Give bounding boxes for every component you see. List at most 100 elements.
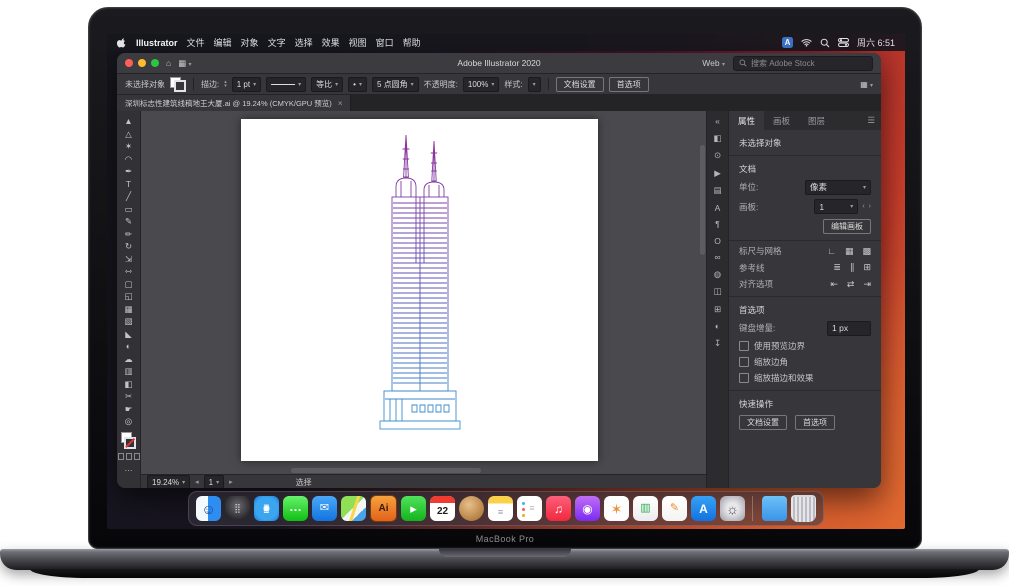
scale-corners-checkbox[interactable] [739,357,749,367]
opentype-panel-icon[interactable]: O [714,236,721,246]
transparency-panel-icon[interactable]: ◐ [715,321,720,331]
input-source-icon[interactable]: A [782,37,793,48]
dock-icon-system-preferences[interactable]: ☼ [720,496,745,521]
tab-artboards[interactable]: 画板 [764,111,799,130]
magic-wand-tool[interactable]: ✶ [117,140,140,153]
close-tab-icon[interactable]: × [338,99,343,108]
keyboard-increment-field[interactable]: 1 px [827,321,871,336]
menu-edit[interactable]: 编辑 [214,36,232,49]
menu-window[interactable]: 窗口 [376,36,394,49]
pen-tool[interactable]: ✒ [117,165,140,178]
panel-options-icon[interactable]: ▦ ▾ [860,80,873,89]
document-setup-button[interactable]: 文档设置 [556,77,604,92]
snap-pixel-icon[interactable]: ⇄ [847,279,855,290]
menu-select[interactable]: 选择 [295,36,313,49]
document-tab[interactable]: 深圳标志性建筑线稿地王大厦.ai @ 19.24% (CMYK/GPU 预览) … [117,95,351,111]
arrange-documents-icon[interactable]: ▦ ▾ [178,58,191,69]
symbol-sprayer-tool[interactable]: ☁ [117,353,140,366]
brushes-panel-icon[interactable]: ◍ [714,269,721,280]
direct-selection-tool[interactable]: △ [117,128,140,141]
tab-layers[interactable]: 图层 [799,111,834,130]
menubar-clock[interactable]: 周六 6:51 [857,36,895,49]
home-icon[interactable]: ⌂ [166,58,171,68]
stock-search-input[interactable]: 搜索 Adobe Stock [733,56,873,71]
color-panel-icon[interactable]: ◧ [713,133,721,144]
units-dropdown[interactable]: 像素▾ [805,180,871,195]
dock-icon-safari[interactable]: ◈ [254,496,279,521]
style-dropdown[interactable]: ▾ [528,77,541,92]
vertical-scrollbar[interactable] [700,145,705,255]
blend-tool[interactable]: ◐ [117,340,140,353]
quick-preferences-button[interactable]: 首选项 [795,415,835,430]
libraries-panel-icon[interactable]: ▤ [713,185,721,196]
dock-icon-illustrator[interactable]: Ai [370,495,397,522]
export-panel-icon[interactable]: ↧ [714,338,721,349]
rulers-icon[interactable]: ∟ [827,246,836,257]
tab-properties[interactable]: 属性 [729,111,764,130]
artboard-count-dropdown[interactable]: 1▾ [814,199,858,214]
dock-icon-pages[interactable]: ✎ [662,496,687,521]
stroke-weight-dropdown[interactable]: 1 pt▾ [232,77,261,92]
pencil-tool[interactable]: ✏ [117,228,140,241]
lasso-tool[interactable]: ◠ [117,153,140,166]
fill-stroke-indicator[interactable] [170,77,186,92]
opacity-dropdown[interactable]: 100%▾ [463,77,499,92]
menubar-app-name[interactable]: Illustrator [136,38,178,48]
scale-tool[interactable]: ⇲ [117,253,140,266]
stroke-stepper[interactable]: ▴▾ [224,80,227,89]
mesh-tool[interactable]: ▦ [117,303,140,316]
symbols-panel-icon[interactable]: ◫ [713,286,721,297]
paintbrush-tool[interactable]: ✎ [117,215,140,228]
search-icon[interactable] [820,38,830,48]
character-panel-icon[interactable]: A [715,203,721,213]
menu-help[interactable]: 帮助 [403,36,421,49]
zoom-button[interactable] [151,59,159,67]
dock-icon-maps[interactable] [341,496,366,521]
draw-mode-buttons[interactable] [118,453,140,460]
show-guides-icon[interactable]: ≣ [833,262,841,273]
edit-artboards-button[interactable]: 编辑画板 [823,219,871,234]
dock-icon-round-app[interactable] [459,496,484,521]
rectangle-tool[interactable]: ▭ [117,203,140,216]
menu-view[interactable]: 视图 [349,36,367,49]
graph-tool[interactable]: ▥ [117,365,140,378]
slice-tool[interactable]: ✂ [117,390,140,403]
previous-artboard-icon[interactable]: ‹ [862,203,864,210]
dock-icon-mail[interactable]: ✉ [312,496,337,521]
next-artboard-icon[interactable]: › [869,203,871,210]
horizontal-scrollbar[interactable] [291,468,481,473]
dock-icon-messages[interactable]: … [283,496,308,521]
gradient-tool[interactable]: ▧ [117,315,140,328]
brush-definition-dropdown[interactable]: 5 点圆角▾ [372,77,419,92]
width-profile-dropdown[interactable]: 等比▾ [311,77,343,92]
menu-type[interactable]: 文字 [268,36,286,49]
dock-icon-finder[interactable]: ☺ [196,496,221,521]
artboard[interactable] [241,119,598,461]
paragraph-panel-icon[interactable]: ¶ [715,219,720,229]
type-tool[interactable]: T [117,178,140,191]
eyedropper-tool[interactable]: ◣ [117,328,140,341]
apple-menu-icon[interactable] [117,37,127,48]
snap-grid-icon[interactable]: ⇤ [830,279,838,290]
panel-menu-icon[interactable]: ☰ [861,111,881,130]
width-tool[interactable]: ⇿ [117,265,140,278]
snap-point-icon[interactable]: ⇥ [863,279,871,290]
line-segment-tool[interactable]: ╱ [117,190,140,203]
minimize-button[interactable] [138,59,146,67]
canvas[interactable] [141,111,706,474]
dock-icon-music[interactable]: ♫ [546,496,571,521]
close-button[interactable] [125,59,133,67]
rotate-tool[interactable]: ↻ [117,240,140,253]
menu-effect[interactable]: 效果 [322,36,340,49]
dock-icon-notes[interactable]: ≡ [488,496,513,521]
shape-builder-tool[interactable]: ◱ [117,290,140,303]
transform-panel-icon[interactable]: ⊞ [714,304,721,315]
dock-icon-photos[interactable]: ✶ [604,496,629,521]
free-transform-tool[interactable]: ▢ [117,278,140,291]
dock-icon-launchpad[interactable]: ⣿ [225,496,250,521]
menu-object[interactable]: 对象 [241,36,259,49]
dock-icon-folder[interactable] [762,496,787,521]
dock-icon-podcasts[interactable]: ◉ [575,496,600,521]
transparency-grid-icon[interactable]: ▩ [862,246,871,257]
quick-document-setup-button[interactable]: 文档设置 [739,415,787,430]
